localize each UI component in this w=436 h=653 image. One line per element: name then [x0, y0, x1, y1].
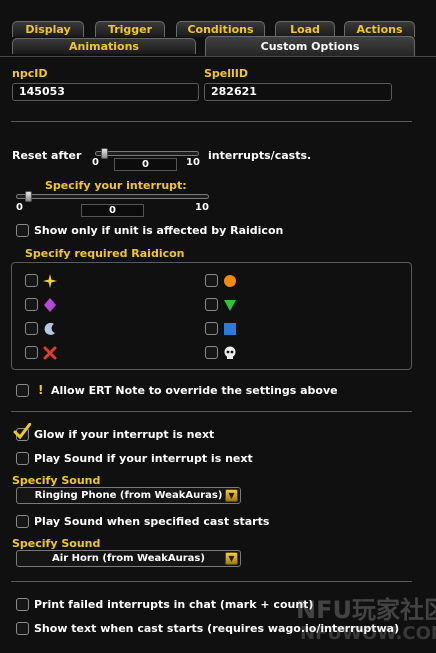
spell-id-input[interactable]: 282621 [204, 83, 392, 101]
ert-note-checkbox[interactable] [16, 384, 29, 397]
section-divider-3 [11, 581, 412, 582]
triangle-icon [224, 300, 236, 311]
npc-id-input[interactable]: 145053 [12, 83, 199, 101]
raidicon-circle-checkbox[interactable] [205, 274, 218, 287]
tab-conditions[interactable]: Conditions [176, 21, 265, 37]
tab-trigger[interactable]: Trigger [95, 21, 165, 37]
sound-dropdown-2[interactable]: Air Horn (from WeakAuras) ▼ [16, 550, 241, 567]
specify-interrupt-label: Specify your interrupt: [45, 179, 187, 192]
circle-icon [224, 275, 236, 287]
section-divider-2 [11, 411, 412, 412]
play-sound-next-checkbox[interactable] [16, 452, 29, 465]
npc-id-label: npcID [12, 67, 48, 80]
interrupt-slider-max: 10 [195, 202, 209, 213]
watermark-cn: NFU玩家社区 [296, 596, 436, 624]
moon-icon [44, 322, 55, 335]
tab-divider [0, 56, 436, 57]
square-icon [224, 323, 236, 335]
play-sound-cast-label: Play Sound when specified cast starts [34, 515, 270, 528]
raidicon-only-checkbox[interactable] [16, 224, 29, 237]
spell-id-label: SpellID [204, 67, 249, 80]
chevron-down-icon[interactable]: ▼ [225, 489, 238, 502]
raidicon-only-label: Show only if unit is affected by Raidico… [34, 224, 284, 237]
cross-icon [43, 346, 57, 360]
raidicon-diamond-checkbox[interactable] [25, 298, 38, 311]
reset-slider-min: 0 [92, 157, 99, 168]
sound-dropdown-2-value: Air Horn (from WeakAuras) [52, 553, 205, 564]
ert-note-label: Allow ERT Note to override the settings … [51, 384, 338, 397]
custom-options-panel: Display Trigger Conditions Load Actions … [0, 0, 436, 653]
warning-icon: ! [38, 383, 44, 397]
tab-custom-options[interactable]: Custom Options [205, 36, 415, 56]
watermark-url: NFUWOW.COM [300, 623, 436, 644]
reset-slider-thumb[interactable] [101, 148, 108, 159]
specify-sound-label-1: Specify Sound [12, 474, 101, 487]
reset-slider-track[interactable] [95, 151, 199, 156]
sound-dropdown-1[interactable]: Ringing Phone (from WeakAuras) ▼ [16, 487, 241, 504]
specify-sound-label-2: Specify Sound [12, 537, 101, 550]
interrupt-slider-track[interactable] [16, 194, 209, 199]
interrupt-slider-thumb[interactable] [25, 191, 32, 202]
play-sound-next-label: Play Sound if your interrupt is next [34, 452, 253, 465]
print-failed-label: Print failed interrupts in chat (mark + … [34, 598, 314, 611]
chevron-down-icon[interactable]: ▼ [225, 552, 238, 565]
raidicon-moon-checkbox[interactable] [25, 322, 38, 335]
reset-after-label: Reset after [12, 149, 82, 162]
tab-load[interactable]: Load [275, 21, 335, 37]
play-sound-cast-checkbox[interactable] [16, 515, 29, 528]
section-divider [11, 121, 412, 122]
interrupt-slider-value[interactable]: 0 [81, 204, 144, 217]
skull-icon [224, 346, 236, 359]
tab-display[interactable]: Display [12, 21, 84, 37]
raidicon-skull-checkbox[interactable] [205, 346, 218, 359]
interrupts-casts-label: interrupts/casts. [208, 149, 312, 162]
sound-dropdown-1-value: Ringing Phone (from WeakAuras) [34, 490, 223, 501]
tab-actions[interactable]: Actions [344, 21, 415, 37]
reset-slider-value[interactable]: 0 [114, 158, 177, 171]
star-icon [43, 274, 57, 288]
required-raidicon-label: Specify required Raidicon [25, 247, 185, 260]
glow-label: Glow if your interrupt is next [34, 428, 215, 441]
raidicon-triangle-checkbox[interactable] [205, 298, 218, 311]
reset-slider-max: 10 [186, 157, 200, 168]
raidicon-square-checkbox[interactable] [205, 322, 218, 335]
interrupt-slider-min: 0 [16, 202, 23, 213]
print-failed-checkbox[interactable] [16, 598, 29, 611]
raidicon-star-checkbox[interactable] [25, 274, 38, 287]
raidicon-cross-checkbox[interactable] [25, 346, 38, 359]
checkmark-icon [13, 423, 31, 439]
show-text-checkbox[interactable] [16, 622, 29, 635]
tab-animations[interactable]: Animations [12, 38, 196, 54]
diamond-icon [44, 298, 56, 312]
